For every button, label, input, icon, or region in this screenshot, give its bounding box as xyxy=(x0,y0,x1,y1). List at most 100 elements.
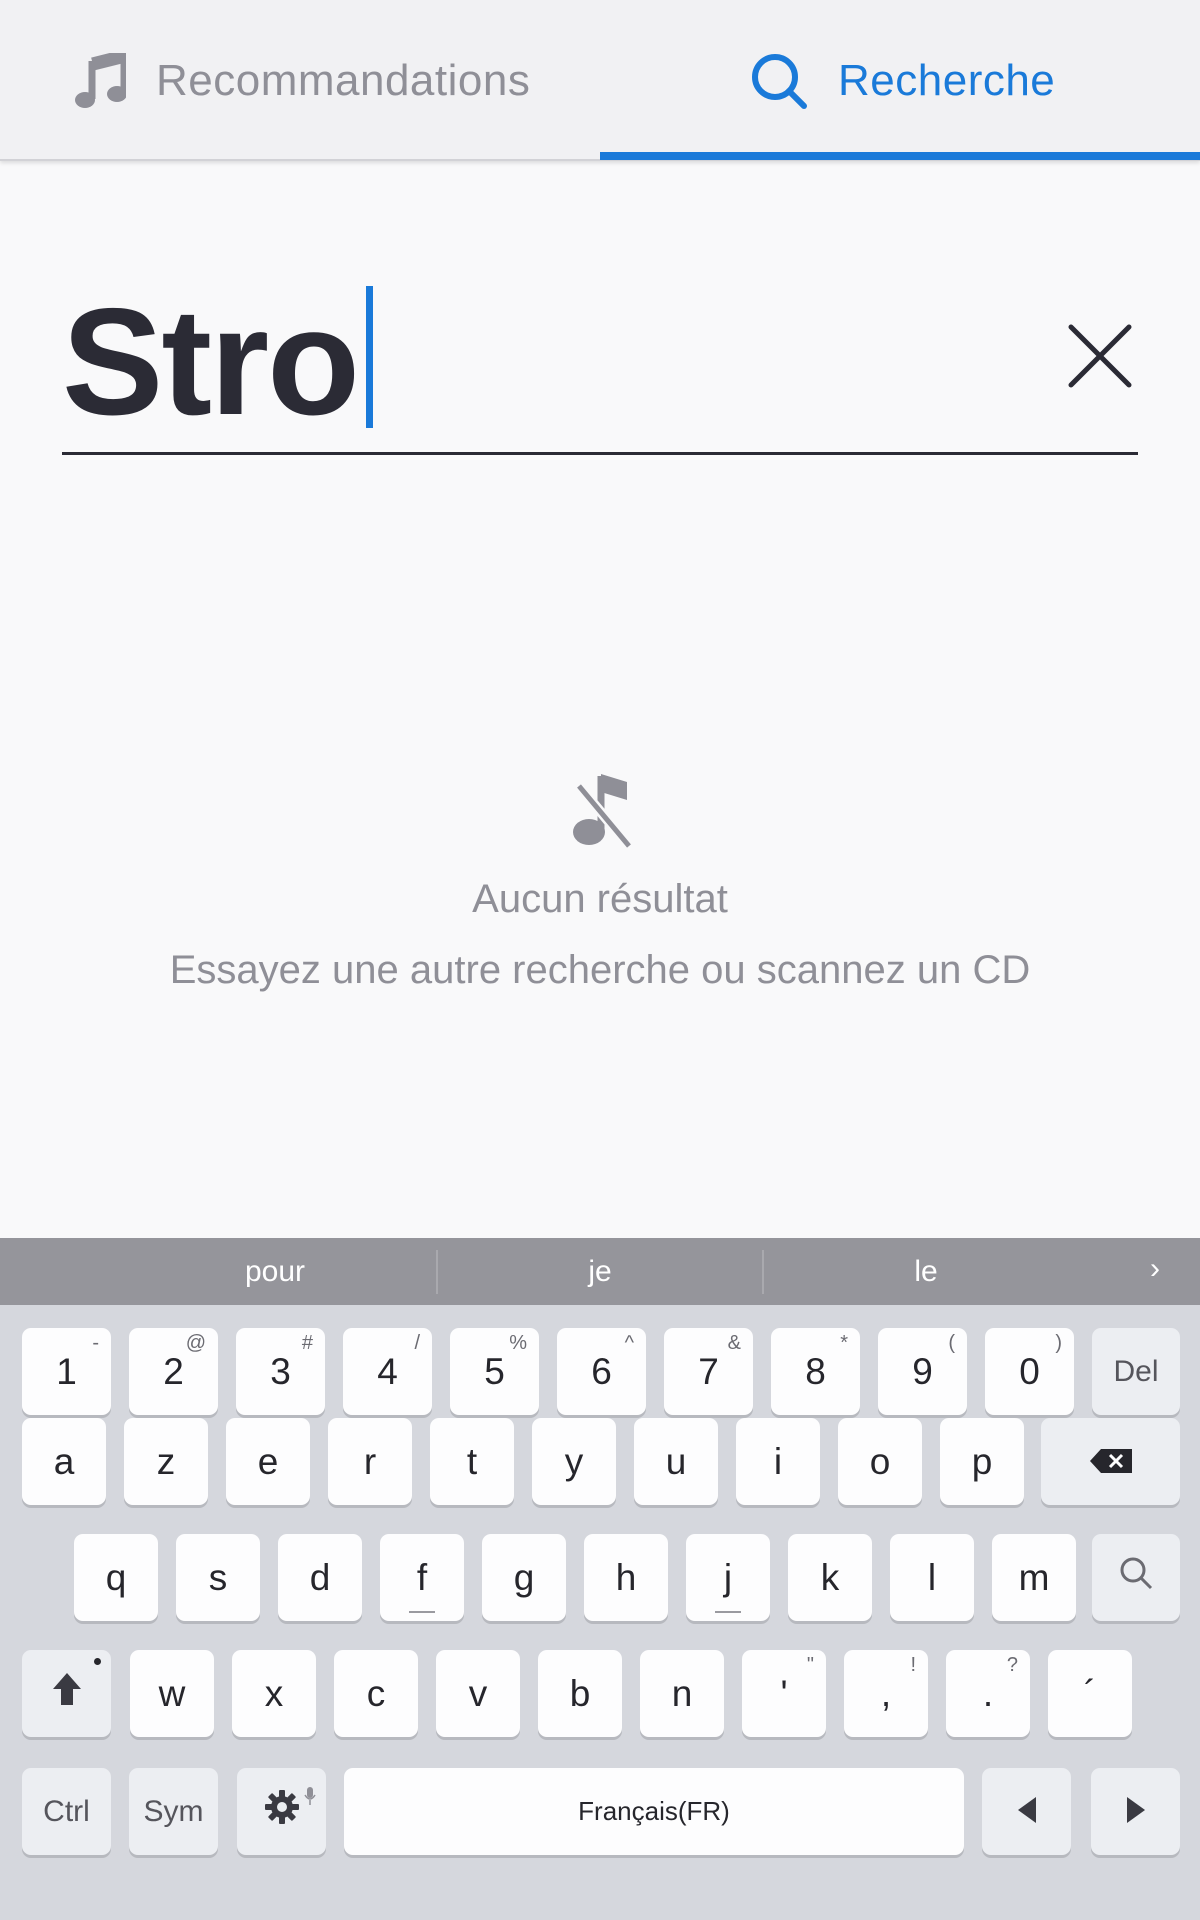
cursor-right-key[interactable] xyxy=(1091,1768,1180,1855)
key-j[interactable]: j xyxy=(686,1534,770,1621)
microphone-icon xyxy=(304,1772,316,1814)
key-secondary-label: ( xyxy=(948,1332,955,1354)
key-label: , xyxy=(880,1672,892,1714)
key-label: q xyxy=(105,1556,127,1598)
key-i[interactable]: i xyxy=(736,1418,820,1505)
key-q[interactable]: q xyxy=(74,1534,158,1621)
more-suggestions-button[interactable]: › xyxy=(1150,1252,1160,1286)
key-x[interactable]: x xyxy=(232,1650,316,1737)
key-9[interactable]: 9( xyxy=(878,1328,967,1415)
key-label: x xyxy=(264,1672,284,1714)
key-label: s xyxy=(208,1556,228,1598)
key-r[interactable]: r xyxy=(328,1418,412,1505)
key-y[interactable]: y xyxy=(532,1418,616,1505)
key-label: 4 xyxy=(377,1350,398,1392)
key-h[interactable]: h xyxy=(584,1534,668,1621)
suggestion-divider xyxy=(762,1250,764,1294)
text-caret xyxy=(366,286,373,428)
cursor-left-key[interactable] xyxy=(982,1768,1071,1855)
key-label: u xyxy=(665,1440,687,1482)
suggestion-divider xyxy=(436,1250,438,1294)
key-label: f xyxy=(416,1556,428,1598)
keyboard-search-key[interactable] xyxy=(1092,1534,1180,1621)
key-g[interactable]: g xyxy=(482,1534,566,1621)
key-k[interactable]: k xyxy=(788,1534,872,1621)
key-b[interactable]: b xyxy=(538,1650,622,1737)
key-e[interactable]: e xyxy=(226,1418,310,1505)
key-punct-4[interactable]: ´ xyxy=(1048,1650,1132,1737)
suggestion-1[interactable]: pour xyxy=(110,1238,440,1305)
search-field[interactable]: Stro xyxy=(62,270,1138,455)
key-7[interactable]: 7 & xyxy=(664,1328,753,1415)
key-label: . xyxy=(982,1672,994,1714)
settings-key[interactable] xyxy=(237,1768,326,1855)
key-c[interactable]: c xyxy=(334,1650,418,1737)
key-6[interactable]: 6 ^ xyxy=(557,1328,646,1415)
clear-search-button[interactable] xyxy=(1062,320,1138,396)
key-s[interactable]: s xyxy=(176,1534,260,1621)
key-punct-1[interactable]: ' " xyxy=(742,1650,826,1737)
key-z[interactable]: z xyxy=(124,1418,208,1505)
key-u[interactable]: u xyxy=(634,1418,718,1505)
key-secondary-label: # xyxy=(301,1332,313,1354)
key-label: i xyxy=(773,1440,783,1482)
close-icon xyxy=(1067,323,1133,394)
suggestion-bar: pour je le › xyxy=(0,1238,1200,1305)
key-label: 0 xyxy=(1019,1350,1040,1392)
tab-recommendations[interactable]: Recommandations xyxy=(0,0,600,161)
key-l[interactable]: l xyxy=(890,1534,974,1621)
key-label: p xyxy=(971,1440,993,1482)
key-punct-2[interactable]: ,! xyxy=(844,1650,928,1737)
key-label: n xyxy=(671,1672,693,1714)
key-secondary-label: ^ xyxy=(624,1332,634,1354)
key-secondary-label: ) xyxy=(1055,1332,1062,1354)
key-label: 8 xyxy=(805,1350,826,1392)
key-0[interactable]: 0) xyxy=(985,1328,1074,1415)
key-f[interactable]: f xyxy=(380,1534,464,1621)
sym-key[interactable]: Sym xyxy=(129,1768,218,1855)
search-input[interactable]: Stro xyxy=(62,270,373,455)
key-n[interactable]: n xyxy=(640,1650,724,1737)
key-a[interactable]: a xyxy=(22,1418,106,1505)
ctrl-key[interactable]: Ctrl xyxy=(22,1768,111,1855)
key-o[interactable]: o xyxy=(838,1418,922,1505)
key-m[interactable]: m xyxy=(992,1534,1076,1621)
del-key[interactable]: Del xyxy=(1092,1328,1180,1415)
key-secondary-label: - xyxy=(92,1332,99,1354)
key-8[interactable]: 8 * xyxy=(771,1328,860,1415)
key-label: ´ xyxy=(1083,1672,1097,1714)
triangle-left-icon xyxy=(1016,1791,1038,1833)
key-label: ' xyxy=(780,1672,788,1714)
suggestion-3[interactable]: le xyxy=(766,1238,1086,1305)
key-4[interactable]: 4/ xyxy=(343,1328,432,1415)
key-5[interactable]: 5% xyxy=(450,1328,539,1415)
key-d[interactable]: d xyxy=(278,1534,362,1621)
key-label: t xyxy=(466,1440,478,1482)
space-key[interactable]: Français(FR) xyxy=(344,1768,964,1855)
key-p[interactable]: p xyxy=(940,1418,1024,1505)
empty-state-subtitle: Essayez une autre recherche ou scannez u… xyxy=(169,948,1031,992)
shift-key[interactable] xyxy=(22,1650,111,1737)
backspace-key[interactable] xyxy=(1041,1418,1180,1505)
tab-search[interactable]: Recherche xyxy=(600,0,1200,161)
key-punct-3[interactable]: .? xyxy=(946,1650,1030,1737)
key-secondary-label: * xyxy=(840,1332,848,1354)
key-label: w xyxy=(158,1672,186,1714)
gear-icon xyxy=(264,1789,300,1834)
key-label: m xyxy=(1018,1556,1050,1598)
suggestion-2[interactable]: je xyxy=(440,1238,760,1305)
key-w[interactable]: w xyxy=(130,1650,214,1737)
key-2[interactable]: 2 @ xyxy=(129,1328,218,1415)
key-3[interactable]: 3 # xyxy=(236,1328,325,1415)
key-1[interactable]: 1- xyxy=(22,1328,111,1415)
key-label: e xyxy=(257,1440,279,1482)
key-v[interactable]: v xyxy=(436,1650,520,1737)
key-label: 3 xyxy=(270,1350,291,1392)
key-label: k xyxy=(820,1556,840,1598)
key-label: a xyxy=(53,1440,75,1482)
key-t[interactable]: t xyxy=(430,1418,514,1505)
key-label: z xyxy=(156,1440,176,1482)
key-label: r xyxy=(363,1440,377,1482)
tab-search-label: Recherche xyxy=(838,55,1056,105)
key-home-marker xyxy=(409,1611,435,1613)
